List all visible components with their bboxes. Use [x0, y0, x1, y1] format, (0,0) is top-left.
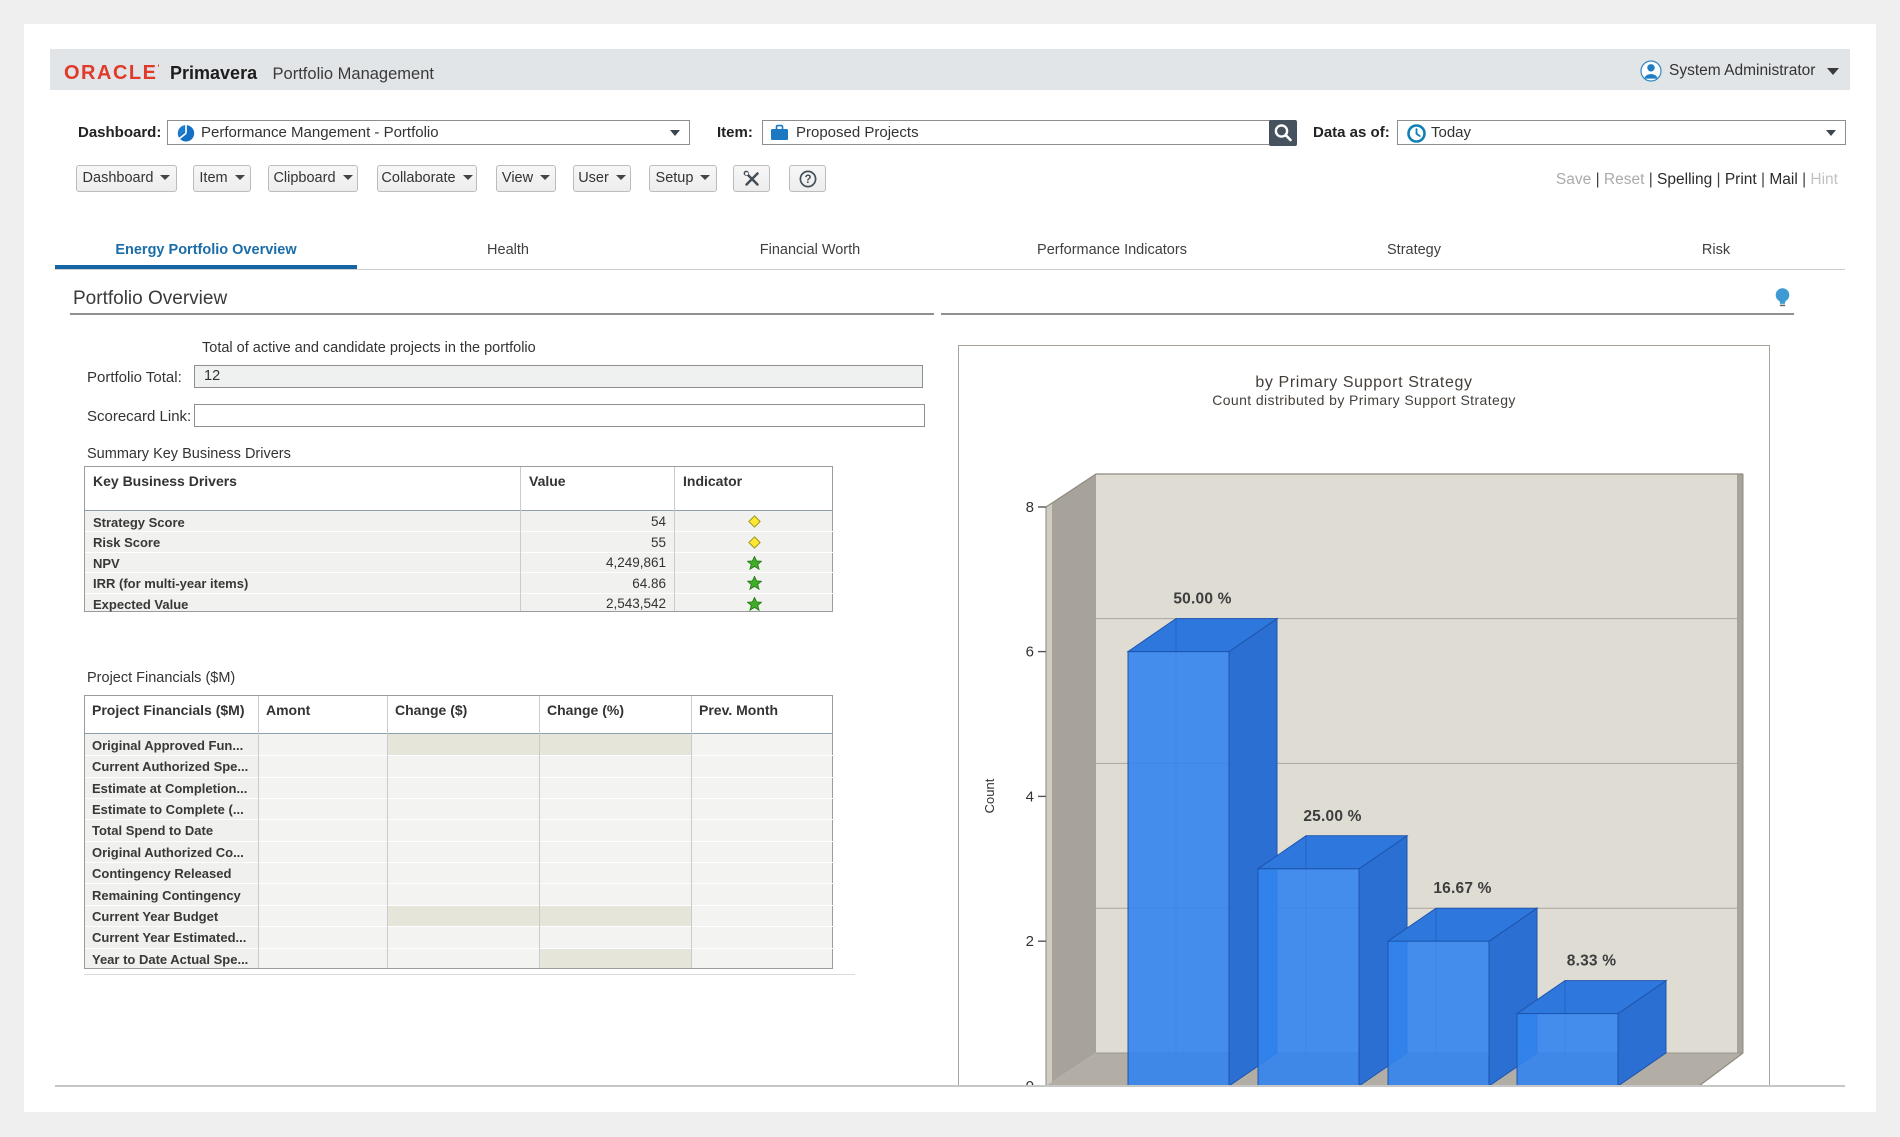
svg-text:8: 8: [1026, 499, 1034, 516]
svg-text:?: ?: [804, 174, 811, 186]
svg-text:25.00 %: 25.00 %: [1303, 808, 1361, 825]
svg-text:by Primary Support Strategy: by Primary Support Strategy: [1255, 374, 1472, 391]
svg-text:4: 4: [1026, 788, 1034, 805]
svg-text:6: 6: [1026, 644, 1034, 661]
svg-text:8.33 %: 8.33 %: [1567, 953, 1616, 970]
svg-text:Count distributed by Primary S: Count distributed by Primary Support Str…: [1212, 392, 1516, 408]
svg-text:Count: Count: [982, 778, 997, 813]
svg-text:16.67 %: 16.67 %: [1433, 880, 1491, 897]
svg-text:2: 2: [1026, 933, 1034, 950]
svg-text:50.00 %: 50.00 %: [1173, 591, 1231, 608]
